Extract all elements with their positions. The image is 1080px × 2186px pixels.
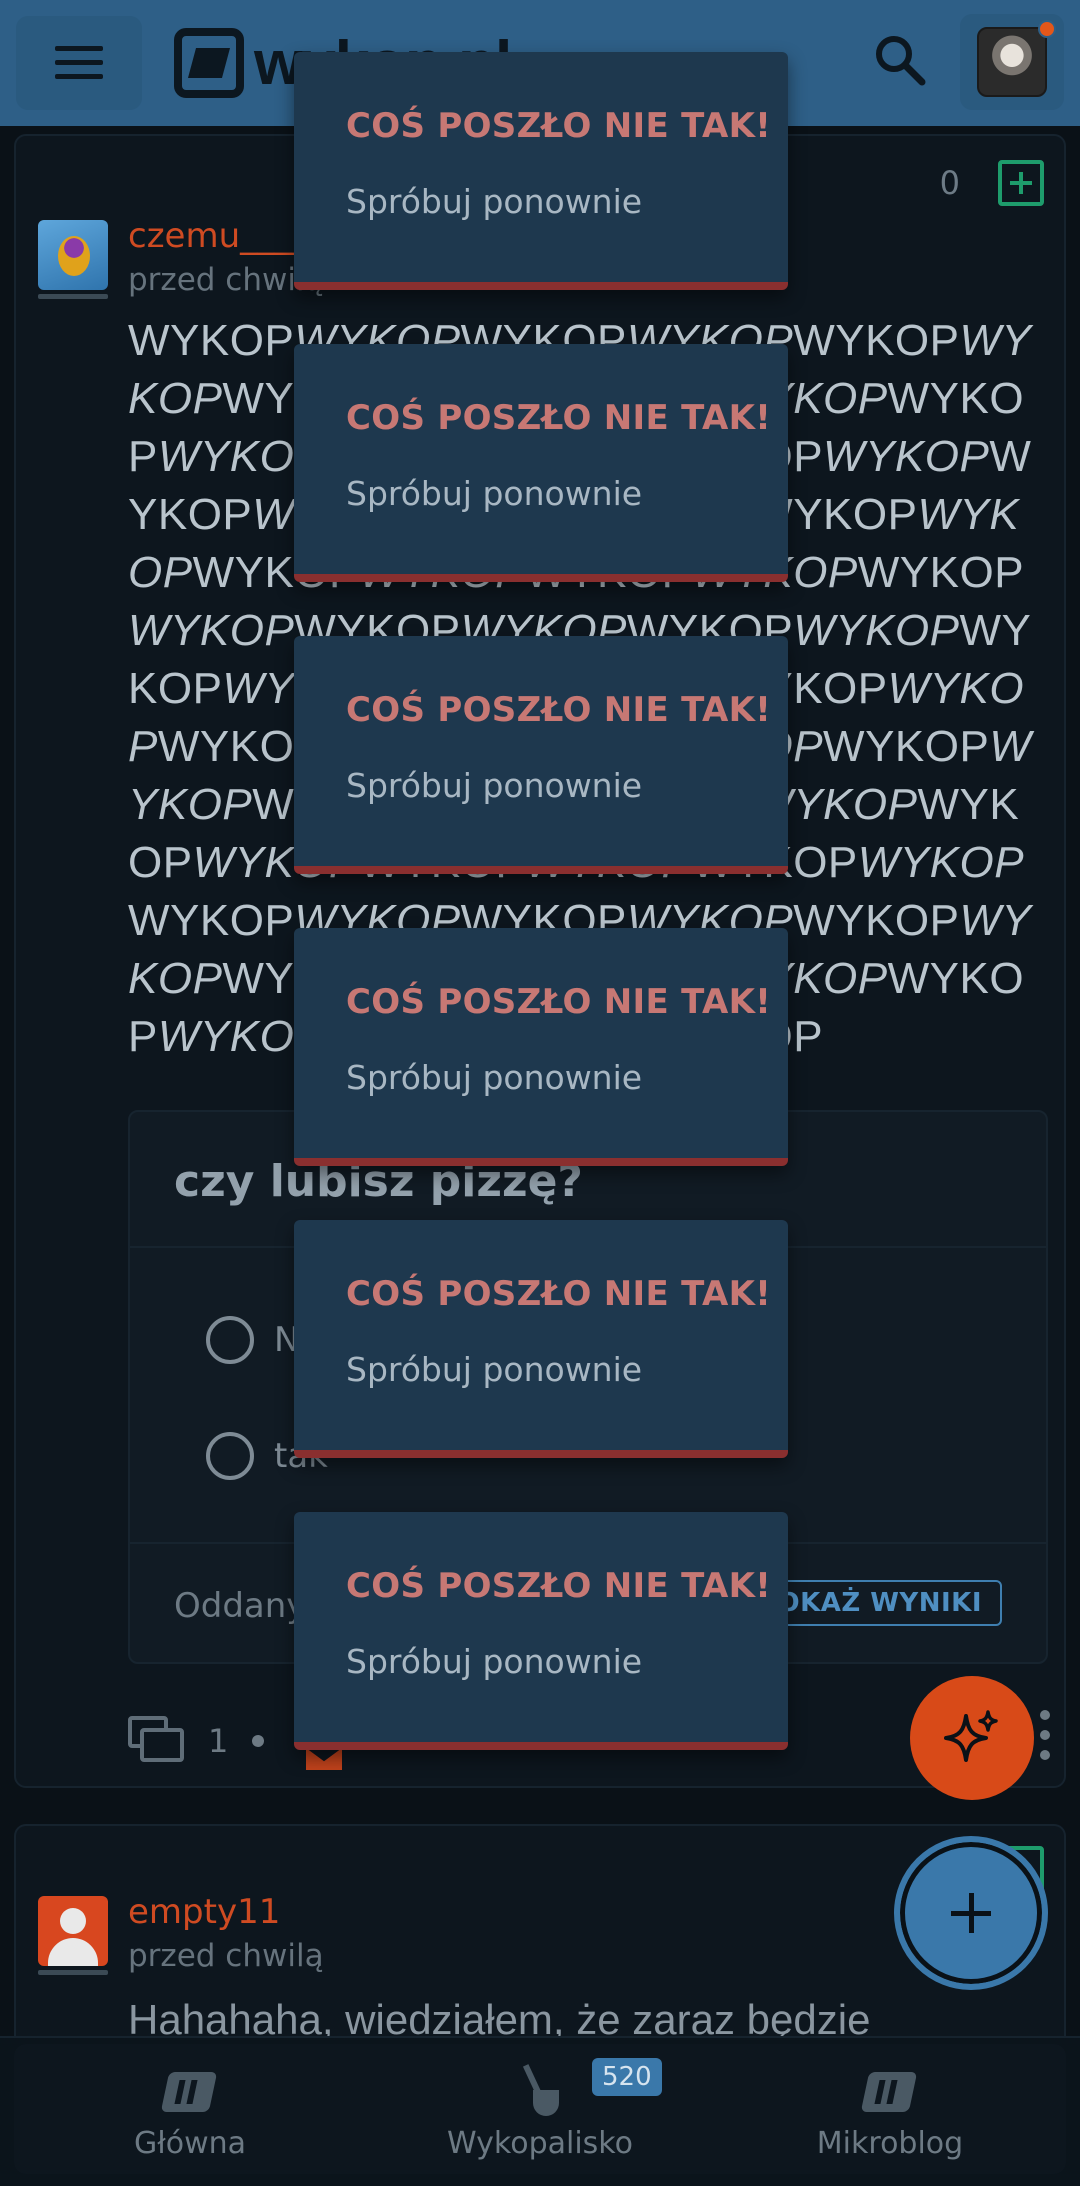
toast-message: Spróbuj ponownie bbox=[346, 474, 643, 513]
error-toast[interactable]: COŚ POSZŁO NIE TAK! Spróbuj ponownie bbox=[294, 1220, 788, 1458]
toast-title: COŚ POSZŁO NIE TAK! bbox=[346, 982, 772, 1022]
error-toast[interactable]: COŚ POSZŁO NIE TAK! Spróbuj ponownie bbox=[294, 1512, 788, 1750]
toast-message: Spróbuj ponownie bbox=[346, 182, 643, 221]
toast-title: COŚ POSZŁO NIE TAK! bbox=[346, 1274, 772, 1314]
toast-message: Spróbuj ponownie bbox=[346, 1350, 643, 1389]
app-page: wykop.pl 0 czemu____ przed chwilą WYKOPW… bbox=[0, 0, 1080, 2186]
toast-title: COŚ POSZŁO NIE TAK! bbox=[346, 398, 772, 438]
error-toast[interactable]: COŚ POSZŁO NIE TAK! Spróbuj ponownie bbox=[294, 928, 788, 1166]
toast-message: Spróbuj ponownie bbox=[346, 1058, 643, 1097]
toast-message: Spróbuj ponownie bbox=[346, 766, 643, 805]
toast-message: Spróbuj ponownie bbox=[346, 1642, 643, 1681]
toast-title: COŚ POSZŁO NIE TAK! bbox=[346, 106, 772, 146]
error-toast[interactable]: COŚ POSZŁO NIE TAK! Spróbuj ponownie bbox=[294, 52, 788, 290]
toast-title: COŚ POSZŁO NIE TAK! bbox=[346, 1566, 772, 1606]
error-toast[interactable]: COŚ POSZŁO NIE TAK! Spróbuj ponownie bbox=[294, 344, 788, 582]
toast-title: COŚ POSZŁO NIE TAK! bbox=[346, 690, 772, 730]
error-toast[interactable]: COŚ POSZŁO NIE TAK! Spróbuj ponownie bbox=[294, 636, 788, 874]
